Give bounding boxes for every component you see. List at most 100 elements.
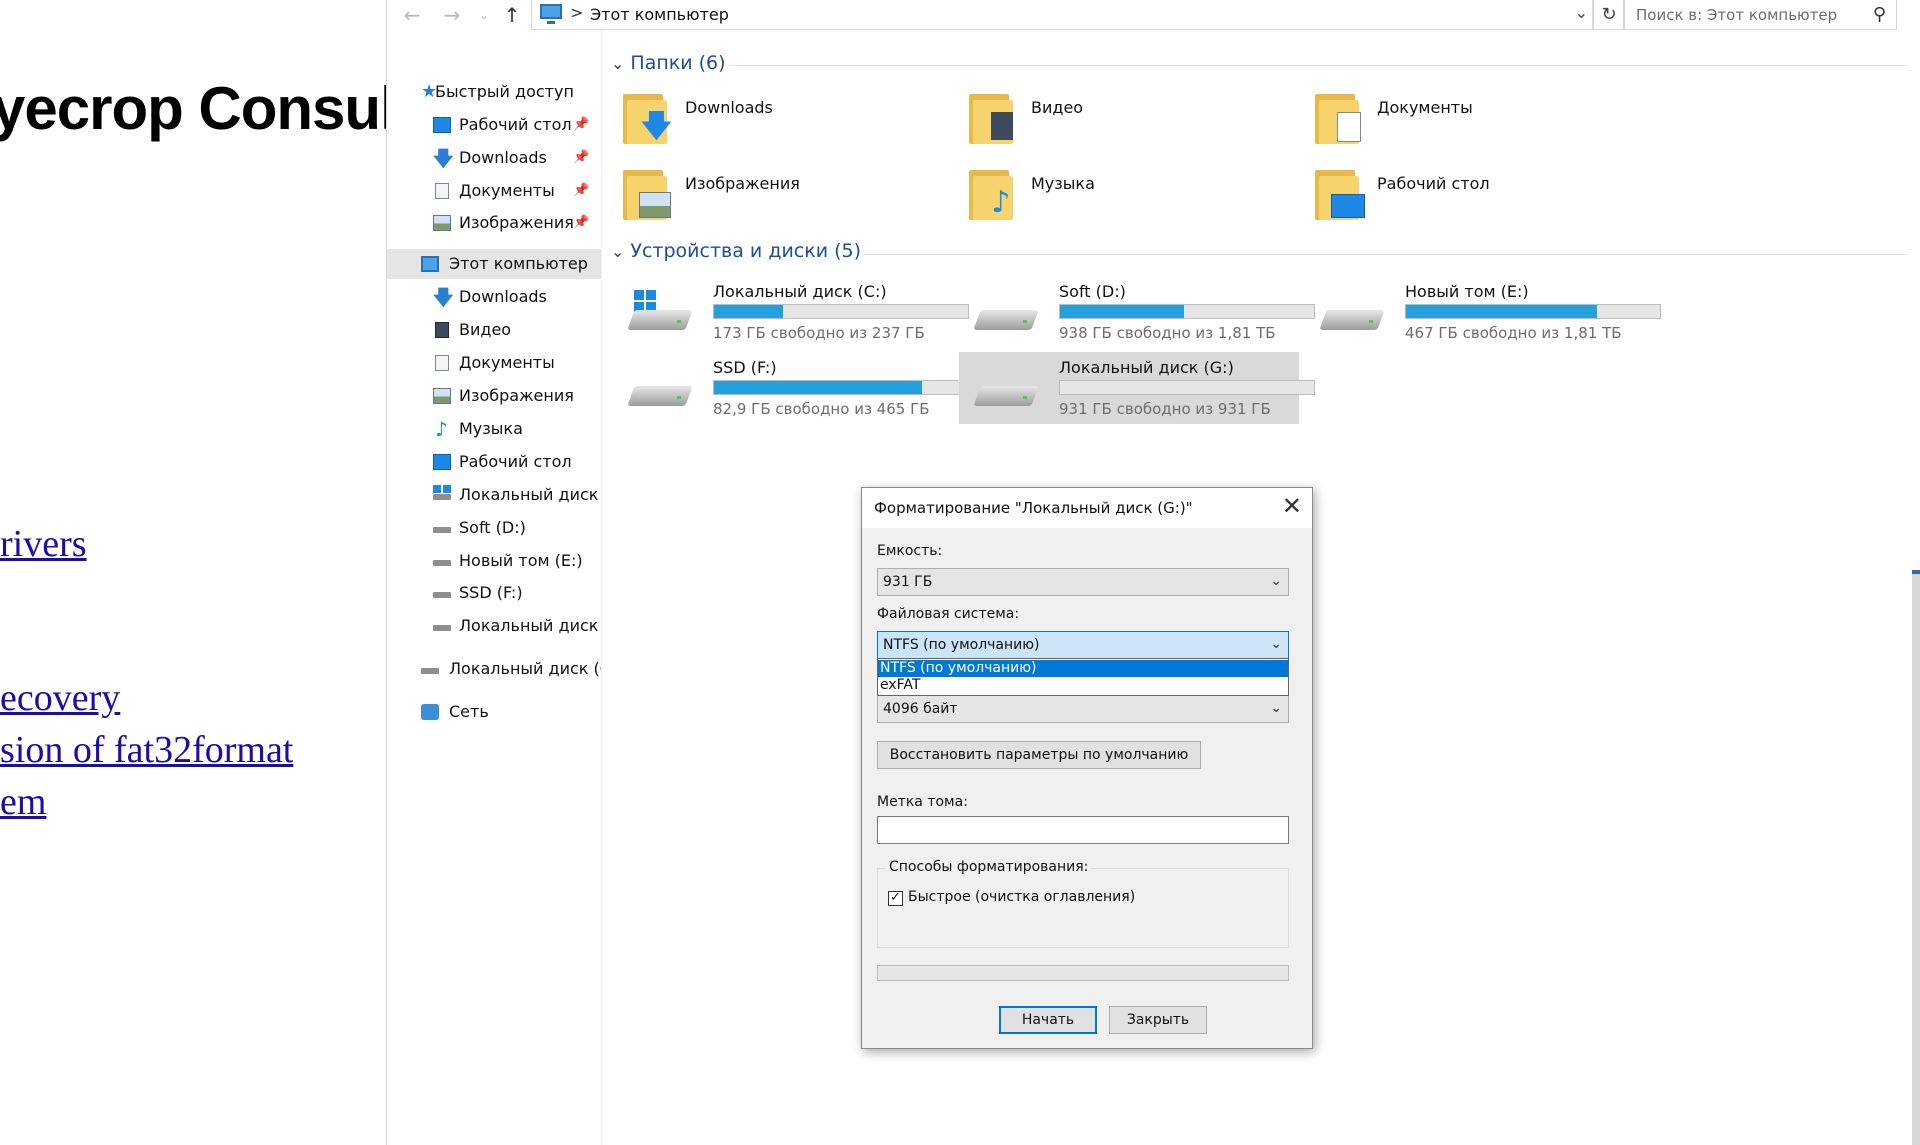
- drive-f[interactable]: SSD (F:) 82,9 ГБ свободно из 465 ГБ: [613, 352, 969, 424]
- format-dialog: Форматирование "Локальный диск (G:)" ✕ Е…: [861, 487, 1313, 1049]
- navigation-pane: ★ Быстрый доступ Рабочий стол 📌 🡇 Downlo…: [387, 30, 602, 1145]
- breadcrumb-this-pc[interactable]: Этот компьютер: [590, 5, 729, 24]
- fs-option-ntfs[interactable]: NTFS (по умолчанию): [878, 660, 1288, 677]
- arrow-down-icon: 🡇: [641, 109, 672, 144]
- nav-pc-drive-g[interactable]: Локальный диск (G: [433, 611, 601, 641]
- document-icon: [1337, 112, 1361, 142]
- breadcrumb-separator[interactable]: >: [570, 3, 583, 22]
- chevron-down-icon[interactable]: ⌄: [611, 54, 624, 73]
- close-button[interactable]: Закрыть: [1109, 1006, 1207, 1034]
- folder-downloads[interactable]: 🡇 Downloads: [613, 88, 953, 158]
- computer-icon: [421, 256, 439, 272]
- nav-this-pc[interactable]: Этот компьютер: [387, 249, 601, 279]
- search-placeholder: Поиск в: Этот компьютер: [1636, 6, 1838, 24]
- drive-usage-bar: [1405, 304, 1661, 319]
- nav-quick-access[interactable]: ★ Быстрый доступ: [421, 77, 601, 107]
- dialog-titlebar[interactable]: Форматирование "Локальный диск (G:)" ✕: [862, 488, 1312, 528]
- nav-quick-pictures[interactable]: Изображения 📌: [433, 208, 601, 238]
- nav-pc-music[interactable]: ♪ Музыка: [433, 414, 601, 444]
- drives-group-header[interactable]: ⌄ Устройства и диски (5): [611, 240, 861, 262]
- pin-icon[interactable]: 📌: [573, 208, 589, 238]
- windows-logo-icon: [433, 485, 451, 493]
- folder-icon: [623, 166, 671, 220]
- folder-video[interactable]: Видео: [959, 88, 1299, 158]
- drive-icon: [1319, 304, 1385, 332]
- pin-icon[interactable]: 📌: [573, 143, 589, 173]
- forward-button[interactable]: →: [439, 2, 465, 28]
- drive-g[interactable]: Локальный диск (G:) 931 ГБ свободно из 9…: [959, 352, 1315, 424]
- chevron-down-icon[interactable]: ⌄: [1575, 3, 1588, 22]
- search-icon[interactable]: ⚲: [1873, 4, 1886, 25]
- picture-icon: [433, 215, 451, 231]
- restore-defaults-button[interactable]: Восстановить параметры по умолчанию: [877, 741, 1201, 769]
- address-toolbar: ← → ⌄ ↑ > Этот компьютер ⌄ ↻ Поиск в: Эт…: [387, 0, 1920, 30]
- drive-e[interactable]: Новый том (E:) 467 ГБ свободно из 1,81 Т…: [1305, 276, 1661, 348]
- pin-icon[interactable]: 📌: [573, 176, 589, 206]
- address-bar[interactable]: > Этот компьютер ⌄: [531, 0, 1593, 30]
- cluster-size-select[interactable]: 4096 байт ⌄: [877, 695, 1289, 723]
- nav-pc-pictures[interactable]: Изображения: [433, 381, 601, 411]
- nav-pc-drive-e[interactable]: Новый том (E:): [433, 546, 601, 576]
- background-link-drivers[interactable]: rivers: [0, 522, 87, 566]
- folder-pictures[interactable]: Изображения: [613, 164, 953, 234]
- drive-c[interactable]: Локальный диск (C:) 173 ГБ свободно из 2…: [613, 276, 969, 348]
- folder-desktop[interactable]: Рабочий стол: [1305, 164, 1645, 234]
- nav-pc-documents[interactable]: Документы: [433, 348, 601, 378]
- film-icon: [435, 322, 449, 338]
- file-system-label: Файловая система:: [877, 606, 1020, 622]
- nav-pc-drive-d[interactable]: Soft (D:): [433, 513, 601, 543]
- background-link-recovery[interactable]: ecovery: [0, 676, 120, 720]
- up-button[interactable]: ↑: [499, 2, 525, 28]
- back-button[interactable]: ←: [399, 2, 425, 28]
- fs-option-exfat[interactable]: exFAT: [878, 677, 1288, 694]
- nav-pc-drive-f[interactable]: SSD (F:): [433, 578, 601, 608]
- folders-group-header[interactable]: ⌄ Папки (6): [611, 52, 726, 74]
- nav-quick-documents[interactable]: Документы 📌: [433, 176, 601, 206]
- drive-icon: [433, 494, 451, 500]
- quick-format-checkbox[interactable]: ✓: [888, 891, 903, 906]
- chevron-down-icon: ⌄: [1270, 573, 1282, 589]
- background-link-fat32format[interactable]: sion of fat32format: [0, 728, 293, 772]
- background-link-system[interactable]: em: [0, 780, 46, 824]
- background-web-page: yecrop Consul rivers ecovery sion of fat…: [0, 0, 386, 1145]
- arrow-down-icon: 🡇: [433, 146, 454, 170]
- quick-format-label[interactable]: Быстрое (очистка оглавления): [908, 889, 1135, 905]
- nav-pc-video[interactable]: Видео: [433, 315, 601, 345]
- drive-icon: [433, 560, 451, 566]
- windows-logo-icon: [634, 290, 656, 312]
- search-input[interactable]: Поиск в: Этот компьютер ⚲: [1623, 0, 1897, 30]
- music-note-icon: ♪: [991, 185, 1011, 220]
- chevron-down-icon[interactable]: ⌄: [611, 242, 624, 261]
- nav-pc-downloads[interactable]: 🡇 Downloads: [433, 282, 601, 312]
- nav-quick-downloads[interactable]: 🡇 Downloads 📌: [433, 143, 601, 173]
- volume-label-input[interactable]: [877, 816, 1289, 844]
- folder-icon: [969, 90, 1017, 144]
- pin-icon[interactable]: 📌: [573, 110, 589, 140]
- folder-icon: ♪: [969, 166, 1017, 220]
- arrow-down-icon: 🡇: [433, 285, 454, 309]
- picture-icon: [433, 388, 451, 404]
- window-edge: [1912, 570, 1920, 1145]
- drive-icon: [627, 290, 693, 332]
- refresh-button[interactable]: ↻: [1593, 0, 1625, 30]
- drive-usage-bar: [713, 304, 969, 319]
- file-system-select[interactable]: NTFS (по умолчанию) ⌄: [877, 631, 1289, 659]
- nav-drive-g-root[interactable]: Локальный диск (G:): [421, 654, 601, 684]
- nav-pc-desktop[interactable]: Рабочий стол: [433, 447, 601, 477]
- recent-locations-button[interactable]: ⌄: [471, 2, 497, 28]
- nav-network[interactable]: Сеть: [421, 697, 601, 727]
- start-button[interactable]: Начать: [999, 1006, 1097, 1034]
- close-icon[interactable]: ✕: [1282, 492, 1302, 520]
- nav-quick-desktop[interactable]: Рабочий стол 📌: [433, 110, 601, 140]
- folder-music[interactable]: ♪ Музыка: [959, 164, 1299, 234]
- folder-documents[interactable]: Документы: [1305, 88, 1645, 158]
- drive-icon: [973, 380, 1039, 408]
- folder-icon: 🡇: [623, 90, 672, 144]
- film-icon: [991, 112, 1013, 140]
- drive-d[interactable]: Soft (D:) 938 ГБ свободно из 1,81 ТБ: [959, 276, 1315, 348]
- nav-pc-drive-c[interactable]: Локальный диск (C: [433, 480, 601, 510]
- network-icon: [421, 704, 439, 720]
- drive-usage-bar: [1059, 380, 1315, 395]
- drive-icon: [433, 527, 451, 533]
- capacity-select[interactable]: 931 ГБ ⌄: [877, 568, 1289, 596]
